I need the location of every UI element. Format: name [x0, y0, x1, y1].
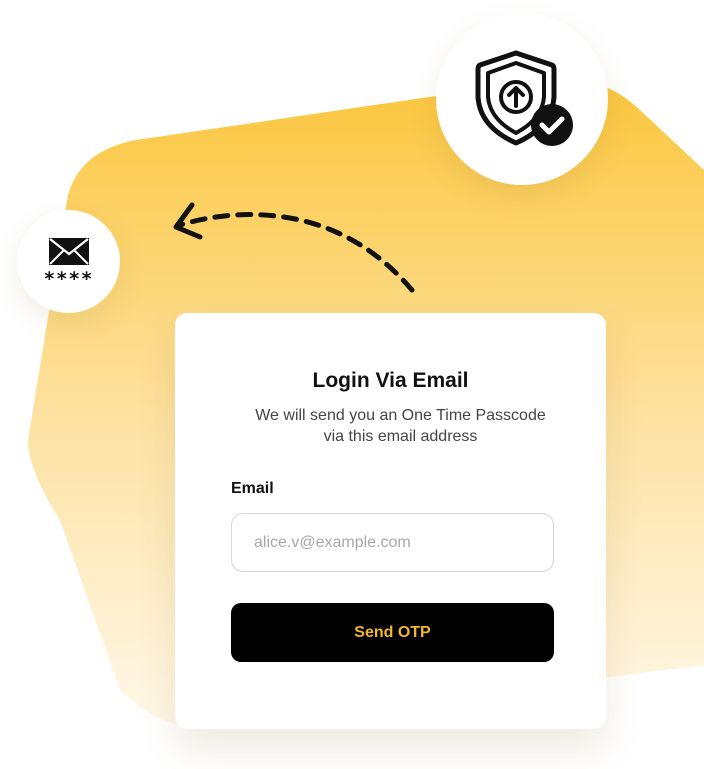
envelope-icon — [49, 238, 89, 265]
card-subtitle: We will send you an One Time Passcode vi… — [255, 407, 546, 445]
card-title: Login Via Email — [312, 369, 469, 392]
shield-upload-check-icon — [475, 50, 573, 146]
send-otp-button[interactable]: Send OTP — [231, 603, 554, 662]
dashed-curved-arrow-icon — [173, 202, 415, 293]
login-card: Login Via Email We will send you an One … — [175, 313, 606, 729]
mail-code-badge: **** — [17, 210, 120, 313]
email-input[interactable] — [231, 513, 554, 572]
email-label: Email — [231, 480, 274, 497]
masked-code: **** — [43, 268, 94, 290]
shield-badge — [436, 13, 608, 185]
